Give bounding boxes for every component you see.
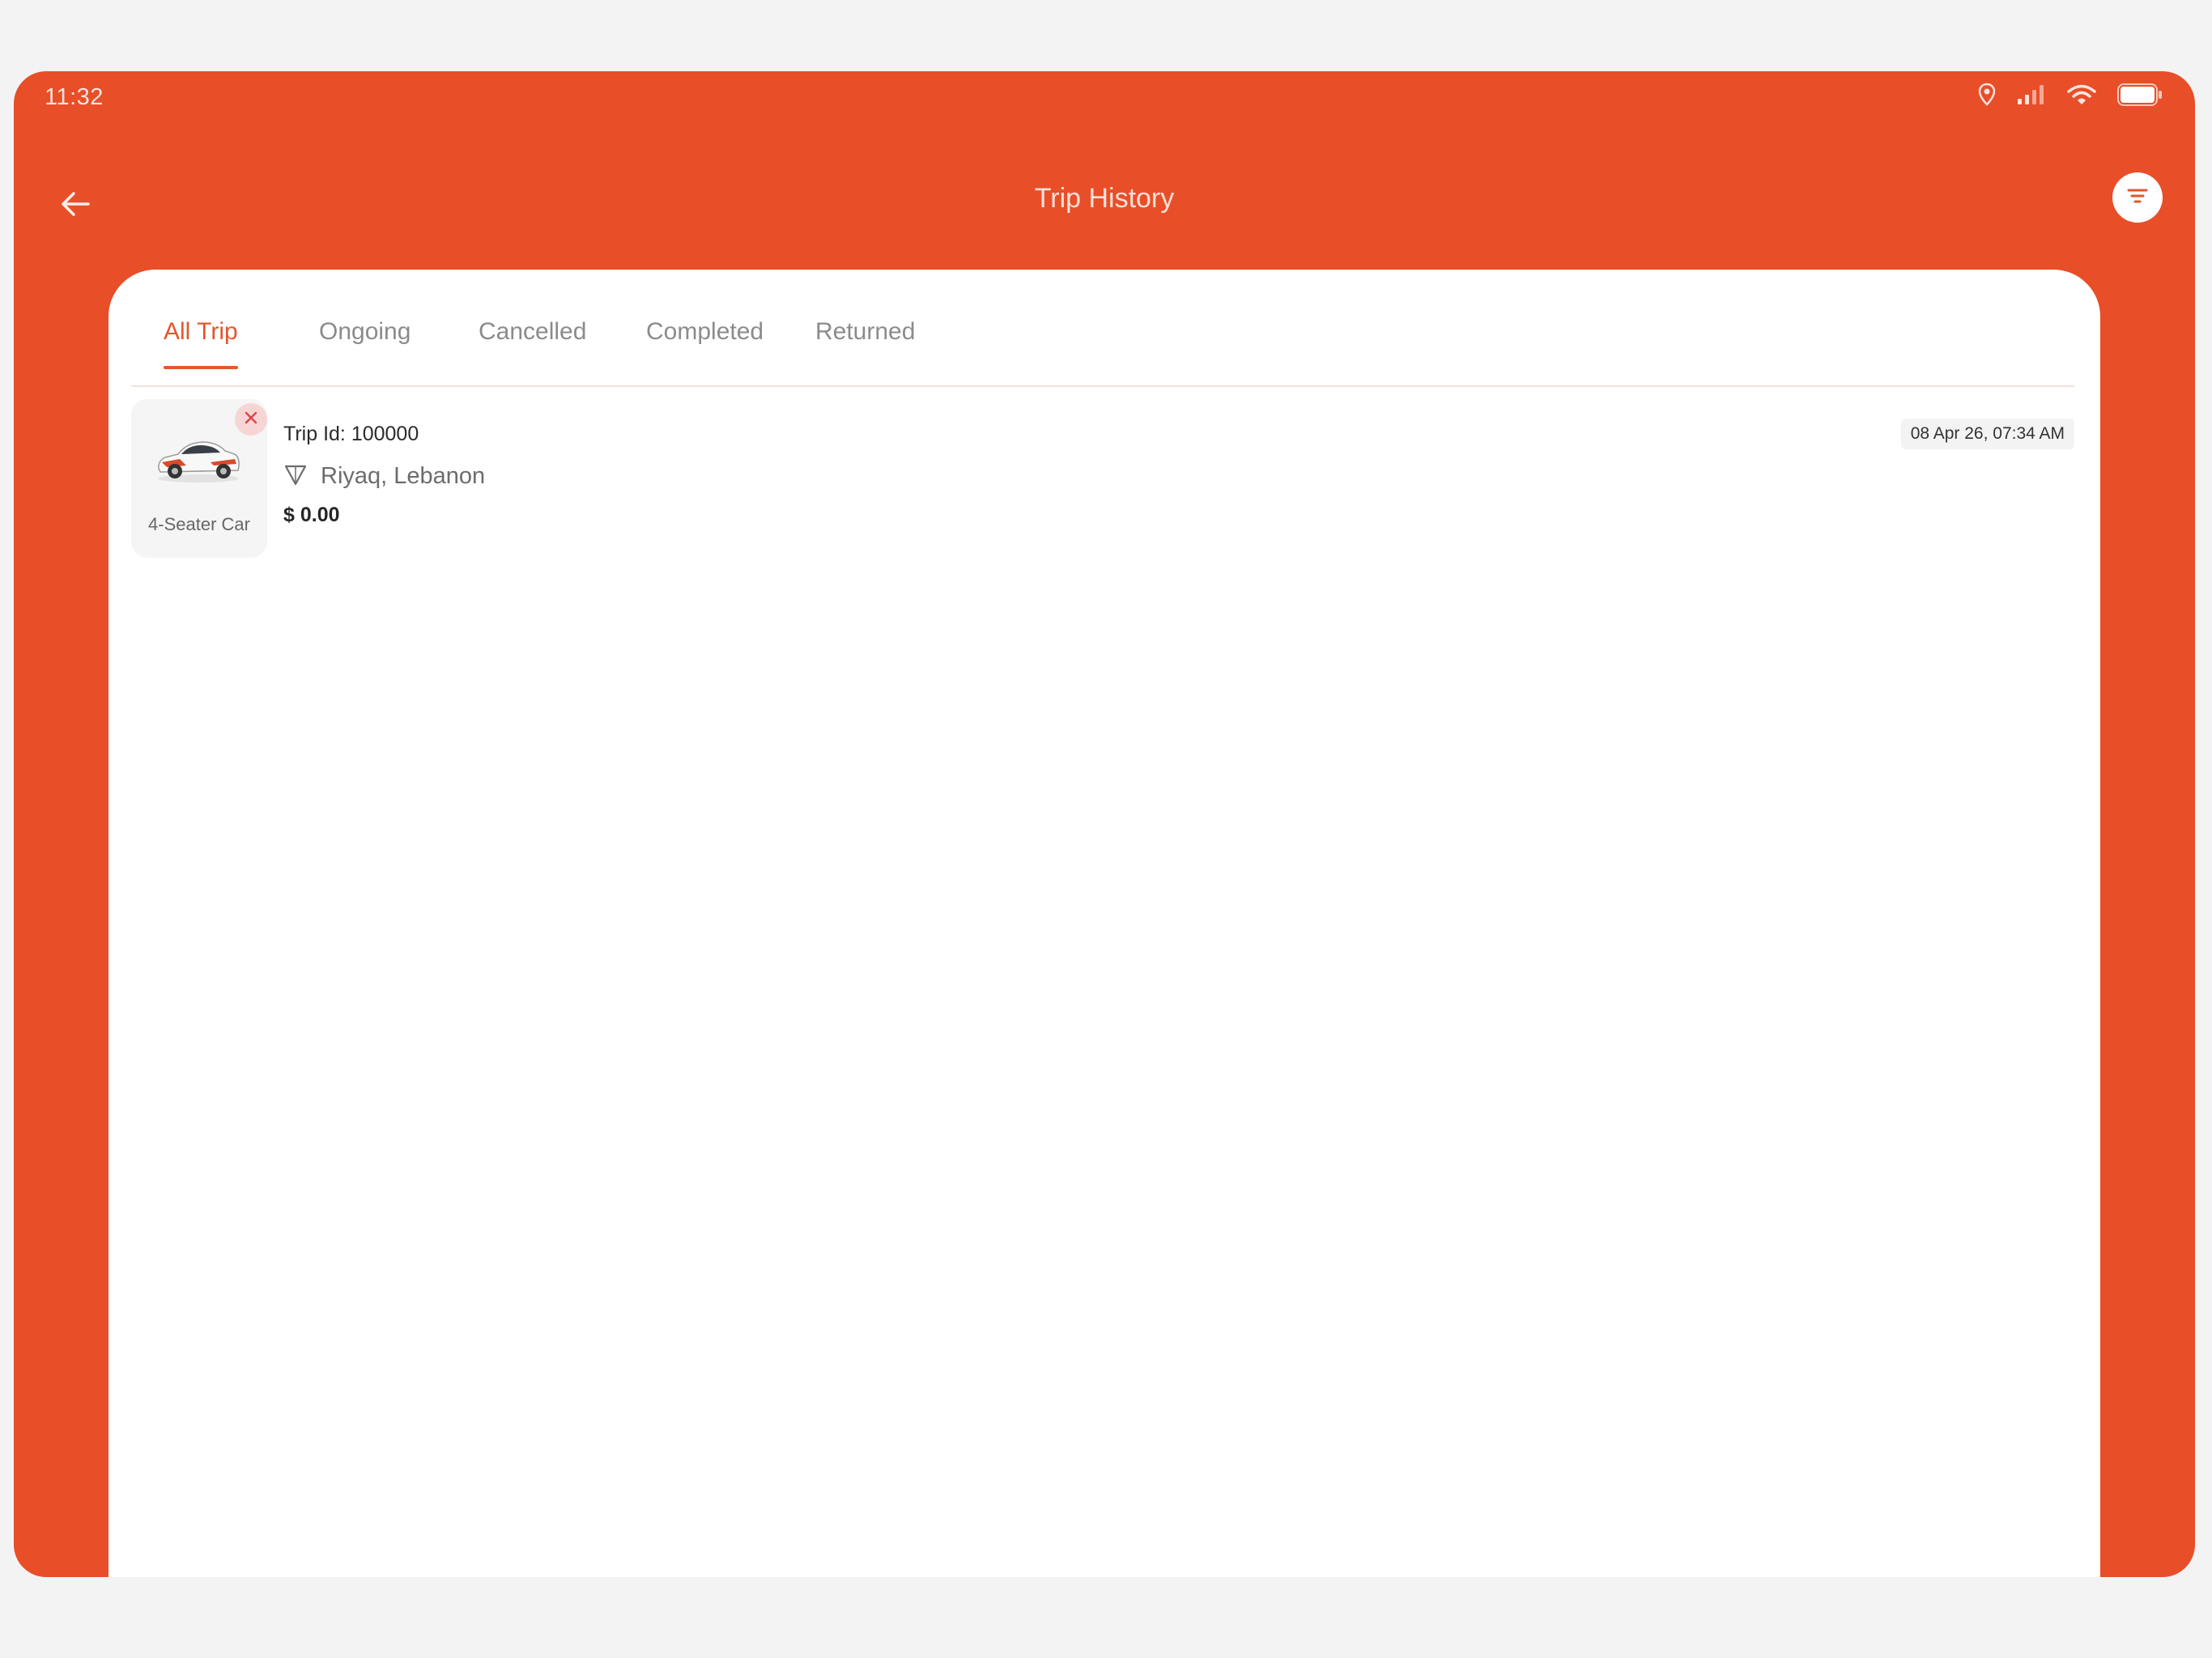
wifi-icon (2067, 83, 2096, 106)
trip-fare: $ 0.00 (283, 504, 340, 526)
cancelled-status-badge (235, 403, 267, 436)
car-icon (154, 430, 243, 491)
trip-datetime-badge: 08 Apr 26, 07:34 AM (1900, 419, 2074, 449)
trip-list-item[interactable]: 4-Seater Car Trip Id: 100000 Riyaq, Leba… (131, 399, 2074, 561)
device-frame: 11:32 Trip History All Trip Ongoing Canc… (0, 0, 2212, 1658)
tab-ongoing[interactable]: Ongoing (319, 318, 410, 367)
trip-id: Trip Id: 100000 (283, 423, 419, 445)
status-bar: 11:32 (14, 71, 2195, 128)
page-title: Trip History (1034, 183, 1175, 214)
app-header: Trip History (14, 160, 2195, 249)
trip-location: Riyaq, Lebanon (321, 463, 486, 489)
vehicle-type-label: 4-Seater Car (148, 514, 250, 534)
vehicle-thumbnail: 4-Seater Car (131, 399, 267, 558)
status-time: 11:32 (45, 84, 104, 110)
trip-list-card: All Trip Ongoing Cancelled Completed Ret… (108, 270, 2100, 1577)
filter-icon (2127, 188, 2148, 208)
tab-returned[interactable]: Returned (815, 318, 915, 367)
location-icon (1978, 83, 1996, 107)
filter-button[interactable] (2112, 172, 2163, 223)
tab-cancelled[interactable]: Cancelled (479, 318, 586, 367)
status-icons (1978, 83, 2163, 107)
trip-location-row: Riyaq, Lebanon (283, 462, 485, 491)
cellular-signal-icon (2017, 84, 2046, 105)
trip-status-tabs: All Trip Ongoing Cancelled Completed Ret… (131, 270, 2074, 387)
close-icon (244, 410, 258, 429)
tab-completed[interactable]: Completed (646, 318, 764, 367)
battery-icon (2117, 83, 2163, 106)
app-screen: 11:32 Trip History All Trip Ongoing Canc… (14, 71, 2195, 1577)
tab-all-trip[interactable]: All Trip (164, 318, 238, 369)
navigation-pin-icon (283, 462, 308, 491)
